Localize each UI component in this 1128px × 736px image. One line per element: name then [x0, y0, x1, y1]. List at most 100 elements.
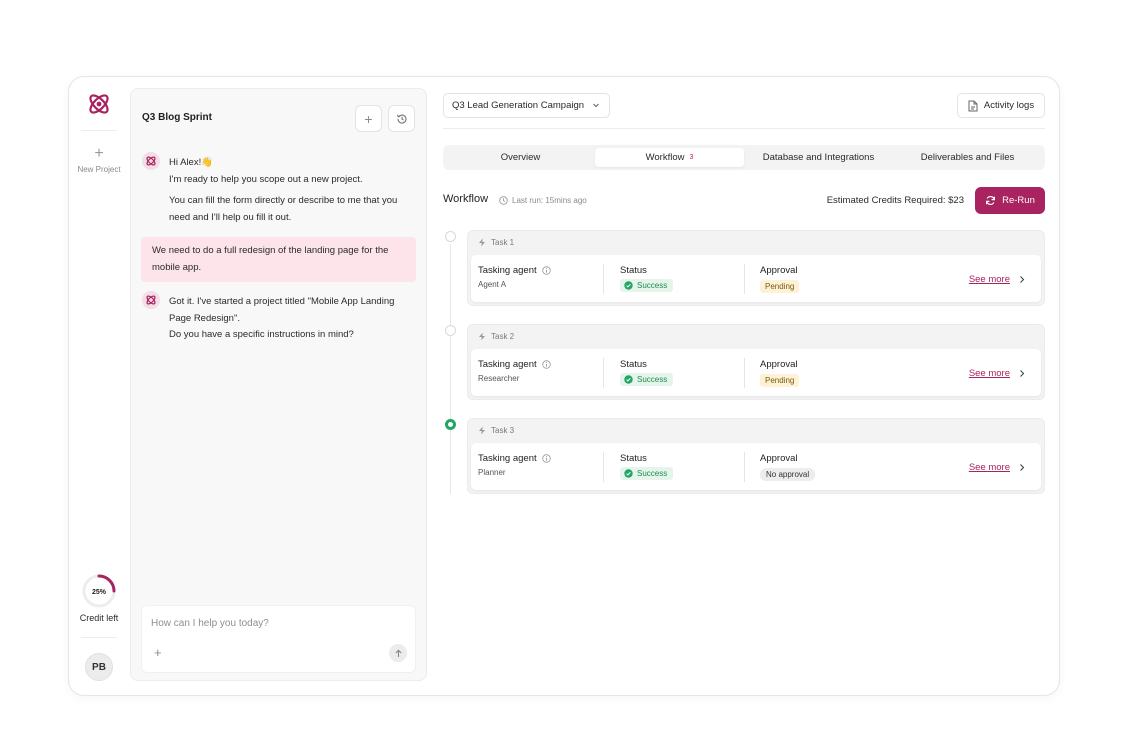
new-chat-button[interactable]: +	[355, 105, 382, 132]
task-group-2: Task 2 Tasking agent Researcher Status S…	[467, 324, 1045, 400]
message-line: You can fill the form directly or descri…	[169, 195, 398, 223]
approval-badge: No approval	[760, 468, 816, 481]
rerun-button[interactable]: Re-Run	[975, 187, 1045, 214]
tab-label: Overview	[500, 152, 541, 163]
task-group-3: Task 3 Tasking agent Planner Status Succ…	[467, 418, 1045, 494]
approval-header: Approval	[760, 359, 798, 370]
agent-column: Tasking agent Planner	[478, 453, 551, 477]
bot-avatar-icon	[142, 152, 160, 170]
tab-label: Deliverables and Files	[920, 152, 1015, 163]
brand-logo-icon[interactable]	[86, 91, 112, 117]
column-divider	[603, 358, 604, 388]
message-line: Hi Alex!👋	[169, 157, 214, 168]
chevron-right-icon	[1020, 464, 1025, 471]
bot-message: Got it. I've started a project titled "M…	[142, 291, 417, 344]
task-card: Tasking agent Planner Status Success App…	[471, 443, 1041, 490]
chat-composer[interactable]: How can I help you today? +	[141, 605, 416, 673]
refresh-icon	[986, 196, 996, 205]
message-line: Got it. I've started a project titled "M…	[169, 296, 395, 324]
chat-title: Q3 Blog Sprint	[142, 112, 212, 123]
credit-label: Credit left	[79, 613, 119, 623]
agent-header: Tasking agent	[478, 359, 537, 370]
status-header: Status	[620, 359, 647, 370]
task-name: Task 2	[478, 332, 514, 341]
tab-database-integrations[interactable]: Database and Integrations	[744, 148, 893, 167]
chevron-right-icon	[1020, 276, 1025, 283]
bot-avatar-icon	[142, 291, 160, 309]
timeline-dot	[445, 419, 456, 430]
history-icon	[396, 114, 407, 124]
tab-bar: Overview Workflow 3 Database and Integra…	[443, 145, 1045, 170]
new-project-button[interactable]: + New Project	[69, 145, 129, 175]
plus-icon: +	[364, 110, 373, 127]
tab-overview[interactable]: Overview	[446, 148, 595, 167]
task-name: Task 1	[478, 238, 514, 247]
header-divider	[443, 128, 1045, 129]
approval-header: Approval	[760, 265, 798, 276]
see-more-link[interactable]: See more	[969, 274, 1026, 285]
bot-message: Hi Alex!👋 I'm ready to help you scope ou…	[142, 152, 417, 226]
see-more-link[interactable]: See more	[969, 368, 1026, 379]
send-button[interactable]	[389, 644, 407, 662]
app-window: + New Project 25% Credit left PB Q3 Blog…	[68, 76, 1060, 696]
info-icon[interactable]	[541, 360, 551, 369]
approval-header: Approval	[760, 453, 798, 464]
tab-count-badge: 3	[689, 154, 694, 161]
plus-icon: +	[94, 145, 104, 162]
info-icon[interactable]	[541, 266, 551, 275]
chevron-right-icon	[1020, 370, 1025, 377]
activity-logs-button[interactable]: Activity logs	[957, 93, 1045, 118]
clock-icon	[499, 196, 508, 205]
agent-header: Tasking agent	[478, 265, 537, 276]
status-column: Status Success	[620, 265, 674, 295]
column-divider	[603, 452, 604, 482]
arrow-up-icon	[394, 649, 402, 657]
task-name-label: Task 2	[491, 332, 515, 341]
column-divider	[744, 452, 745, 482]
tab-workflow[interactable]: Workflow 3	[595, 148, 744, 167]
status-column: Status Success	[620, 359, 674, 389]
credit-indicator: 25% Credit left	[69, 573, 129, 623]
agent-name: Researcher	[478, 374, 520, 383]
left-rail: + New Project 25% Credit left PB	[69, 77, 129, 695]
task-name-label: Task 3	[491, 426, 515, 435]
timeline-line	[450, 244, 451, 494]
status-header: Status	[620, 265, 647, 276]
message-line: I'm ready to help you scope out a new pr…	[169, 173, 363, 185]
user-avatar[interactable]: PB	[85, 653, 113, 681]
activity-logs-label: Activity logs	[983, 100, 1035, 111]
estimated-credits: Estimated Credits Required: $23	[826, 195, 964, 206]
status-badge: Success	[620, 467, 674, 480]
campaign-select[interactable]: Q3 Lead Generation Campaign	[443, 93, 610, 118]
rail-divider	[81, 130, 117, 131]
main-panel: Q3 Lead Generation Campaign Activity log…	[443, 77, 1045, 695]
approval-column: Approval Pending	[760, 359, 800, 388]
agent-header: Tasking agent	[478, 453, 537, 464]
check-circle-icon	[624, 469, 633, 478]
task-card: Tasking agent Researcher Status Success	[471, 349, 1041, 396]
tab-deliverables-files[interactable]: Deliverables and Files	[893, 148, 1042, 167]
approval-column: Approval No approval	[760, 453, 816, 482]
agent-column: Tasking agent Agent A	[478, 265, 551, 289]
status-column: Status Success	[620, 453, 674, 483]
check-circle-icon	[624, 375, 633, 384]
chat-panel: Q3 Blog Sprint + Hi Alex!👋 I'm ready to …	[130, 88, 427, 681]
approval-badge: Pending	[760, 374, 800, 387]
chat-input[interactable]: How can I help you today?	[151, 618, 269, 629]
info-icon[interactable]	[541, 454, 551, 463]
see-more-link[interactable]: See more	[969, 462, 1026, 473]
attach-plus-icon[interactable]: +	[154, 645, 162, 660]
history-button[interactable]	[388, 105, 415, 132]
column-divider	[744, 264, 745, 294]
task-name-label: Task 1	[491, 238, 515, 247]
status-badge: Success	[620, 373, 674, 386]
task-card: Tasking agent Agent A Status Success App…	[471, 255, 1041, 302]
task-name: Task 3	[478, 426, 514, 435]
user-message: We need to do a full redesign of the lan…	[141, 237, 416, 282]
status-text: Success	[637, 281, 668, 290]
bolt-icon	[479, 332, 485, 341]
credit-ring: 25%	[82, 574, 116, 608]
agent-column: Tasking agent Researcher	[478, 359, 551, 383]
timeline-dot	[445, 325, 456, 336]
rerun-label: Re-Run	[1002, 195, 1035, 206]
